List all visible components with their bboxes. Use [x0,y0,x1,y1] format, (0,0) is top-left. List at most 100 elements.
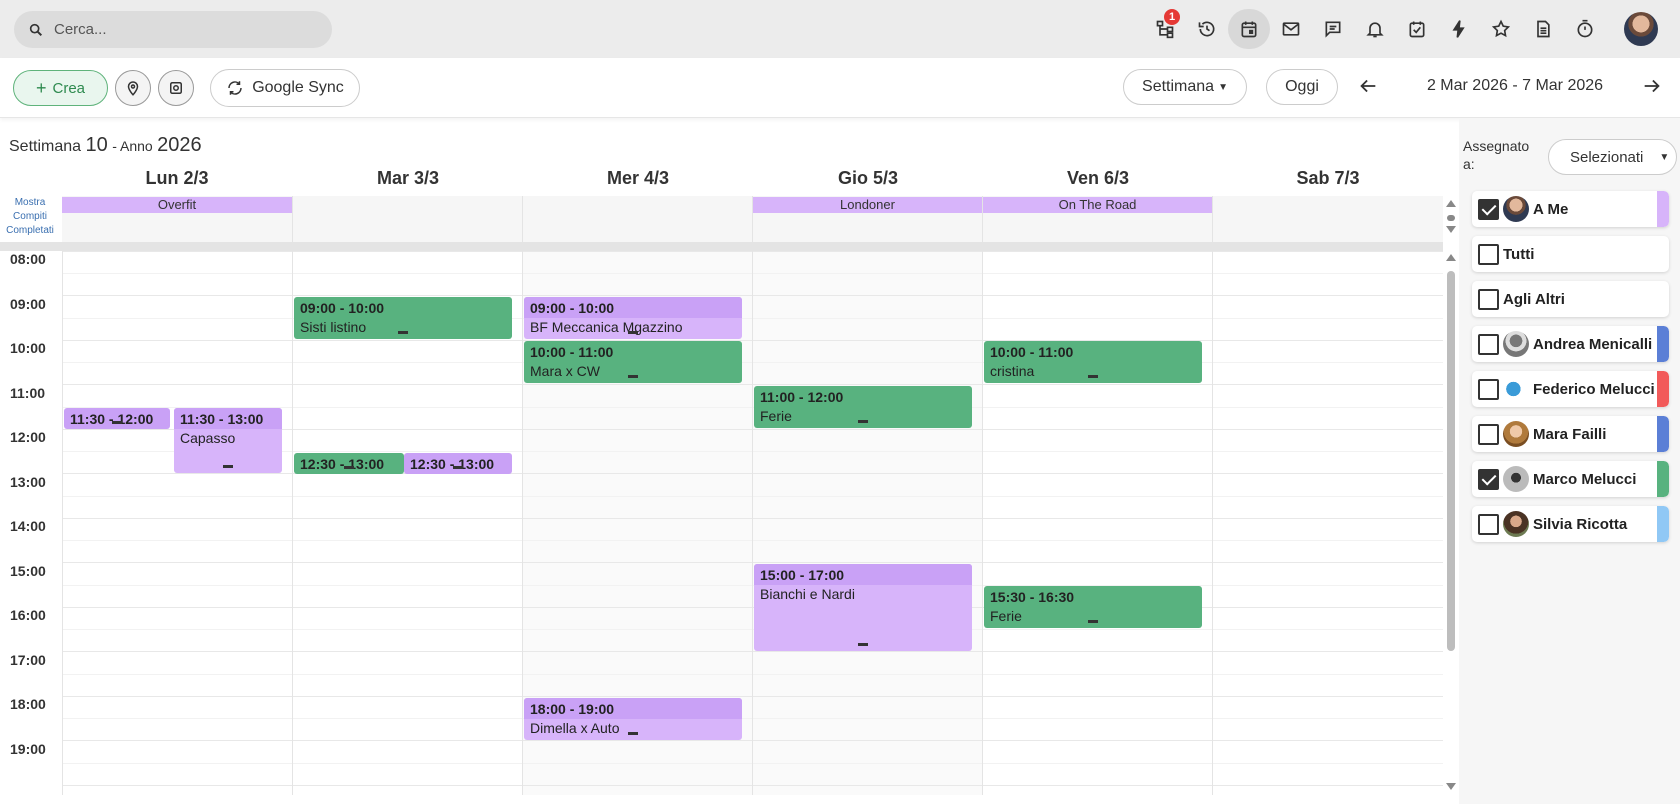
resize-handle[interactable] [628,375,638,378]
column-divider [982,251,983,795]
calendar-event[interactable]: 12:30 - 13:00 [404,453,512,474]
assignee-checkbox[interactable] [1478,378,1499,400]
scroll-down-icon[interactable] [1446,226,1456,233]
search-icon [29,23,43,36]
location-pin-icon [127,81,139,96]
view-select[interactable]: Settimana ▼ [1123,69,1247,105]
calendar-event[interactable]: 10:00 - 11:00 cristina [984,341,1202,383]
today-button[interactable]: Oggi [1266,69,1338,105]
user-avatar[interactable] [1624,12,1658,46]
hour-label: 16:00 [10,607,46,623]
event-time: 18:00 - 19:00 [524,698,742,719]
assignee-mara-failli[interactable]: Mara Failli [1472,416,1669,452]
resize-handle[interactable] [1088,620,1098,623]
resize-handle[interactable] [1088,375,1098,378]
assignee-checkbox[interactable] [1478,423,1499,445]
hour-label: 15:00 [10,563,46,579]
assignee-marco-melucci[interactable]: Marco Melucci [1472,461,1669,497]
assignee-checkbox[interactable] [1478,468,1499,490]
org-chart-icon[interactable]: 1 [1144,9,1186,49]
resize-handle[interactable] [453,466,463,469]
mail-icon[interactable] [1270,9,1312,49]
calendar-event[interactable]: 15:00 - 17:00 Bianchi e Nardi [754,564,972,651]
assignee-others[interactable]: Agli Altri [1472,281,1669,317]
assignee-federico-melucci[interactable]: Federico Melucci [1472,371,1669,407]
star-icon[interactable] [1480,9,1522,49]
scroll-up-icon[interactable] [1446,254,1456,261]
event-time: 15:30 - 16:30 [990,589,1075,605]
calendar-event[interactable]: 11:30 - 12:00 [64,408,170,429]
bell-icon[interactable] [1354,9,1396,49]
calendar-event[interactable]: 15:30 - 16:30 Ferie [984,586,1202,628]
resize-handle[interactable] [112,421,122,424]
day-header[interactable]: Sab 7/3 [1213,168,1443,189]
calendar-event[interactable]: 11:00 - 12:00 Ferie [754,386,972,428]
calendar-event[interactable]: 12:30 - 13:00 [294,453,404,474]
scroll-down-icon[interactable] [1446,783,1456,790]
search-box[interactable] [14,11,332,48]
caret-down-icon: ▼ [1218,81,1228,93]
history-icon[interactable] [1186,9,1228,49]
day-header[interactable]: Mar 3/3 [293,168,523,189]
all-day-event[interactable]: Overfit [62,197,292,213]
assignee-andrea-menicalli[interactable]: Andrea Menicalli [1472,326,1669,362]
day-header[interactable]: Lun 2/3 [62,168,292,189]
resize-handle[interactable] [858,420,868,423]
resize-handle[interactable] [858,643,868,646]
assignee-checkbox[interactable] [1478,513,1499,535]
resize-handle[interactable] [344,466,354,469]
assignee-checkbox[interactable] [1478,288,1499,310]
assignee-all[interactable]: Tutti [1472,236,1669,272]
assignee-checkbox[interactable] [1478,243,1499,265]
calendar-event[interactable]: 09:00 - 10:00 BF Meccanica Mgazzino [524,297,742,339]
create-button[interactable]: + Crea [13,70,108,106]
hour-label: 18:00 [10,696,46,712]
resize-handle[interactable] [398,331,408,334]
assignee-name: Agli Altri [1503,290,1565,308]
search-input[interactable] [54,21,294,38]
google-sync-button[interactable]: Google Sync [210,69,360,107]
time-grid[interactable]: 08:00 09:00 10:00 11:00 12:00 13:00 14:0… [0,251,1443,795]
day-header[interactable]: Mer 4/3 [523,168,753,189]
day-header[interactable]: Gio 5/3 [753,168,983,189]
assignee-name: Mara Failli [1533,425,1607,443]
calendar-event[interactable]: 18:00 - 19:00 Dimella x Auto [524,698,742,740]
task-check-icon[interactable] [1396,9,1438,49]
day-header[interactable]: Ven 6/3 [983,168,1213,189]
year: 2026 [157,134,202,156]
all-day-event[interactable]: On The Road [983,197,1212,213]
all-day-event[interactable]: Londoner [753,197,982,213]
resize-handle[interactable] [628,331,638,334]
location-button[interactable] [115,70,151,106]
calendar-event[interactable]: 11:30 - 13:00 Capasso [174,408,282,473]
scroll-handle-icon[interactable] [1447,215,1455,221]
calendar-event[interactable]: 10:00 - 11:00 Mara x CW [524,341,742,383]
assignee-filter-select[interactable]: Selezionati ▼ [1548,139,1677,175]
next-week-button[interactable] [1636,70,1668,102]
calendar-icon[interactable] [1228,9,1270,49]
scroll-up-icon[interactable] [1446,200,1456,207]
assignee-silvia-ricotta[interactable]: Silvia Ricotta [1472,506,1669,542]
resize-handle[interactable] [223,465,233,468]
previous-week-button[interactable] [1352,70,1384,102]
avatar [1503,331,1529,357]
caret-down-icon: ▼ [1659,151,1670,163]
resize-handle[interactable] [628,732,638,735]
calendar-event[interactable]: 09:00 - 10:00 Sisti listino [294,297,512,339]
toolbar: + Crea Google Sync Settimana ▼ Oggi 2 Ma… [0,58,1680,118]
lightning-icon[interactable] [1438,9,1480,49]
settings-button[interactable] [158,70,194,106]
assignee-a-me[interactable]: A Me [1472,191,1669,227]
assignee-checkbox[interactable] [1478,333,1499,355]
day-column[interactable] [752,251,982,795]
scrollbar-thumb[interactable] [1447,271,1455,651]
show-completed-tasks-link[interactable]: Mostra Compiti Completati [6,196,54,238]
hour-label: 19:00 [10,741,46,757]
calendar-scrollbar[interactable] [1443,196,1459,795]
avatar [1503,421,1529,447]
document-icon[interactable] [1522,9,1564,49]
timer-icon[interactable] [1564,9,1606,49]
column-divider [292,196,293,245]
assignee-checkbox[interactable] [1478,198,1499,220]
chat-icon[interactable] [1312,9,1354,49]
